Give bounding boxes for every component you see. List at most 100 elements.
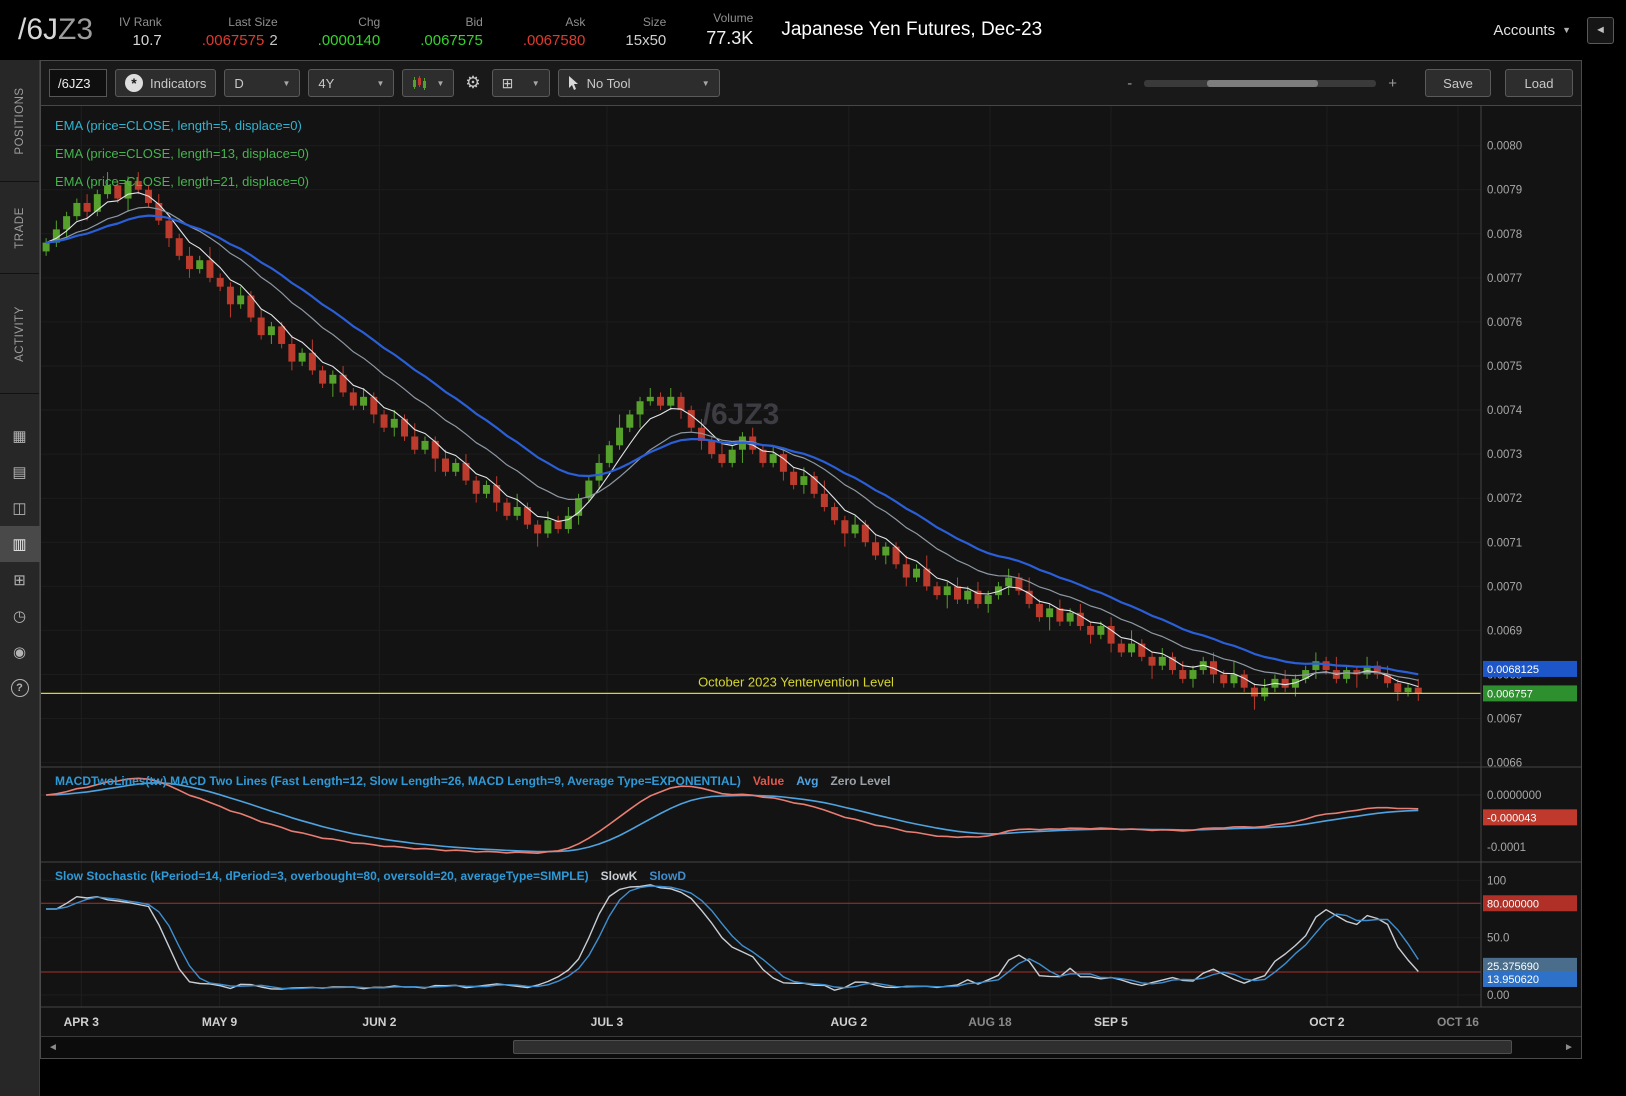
left-sidebar: POSITIONS TRADE ACTIVITY ▦ ▤ ◫ ▥ ⊞ ◷ ◉ ? (0, 60, 40, 1096)
ema-21-label[interactable]: EMA (price=CLOSE, length=21, displace=0) (55, 168, 309, 196)
load-button[interactable]: Load (1505, 69, 1573, 97)
svg-text:-0.000043: -0.000043 (1487, 812, 1537, 824)
zoom-slider[interactable] (1144, 79, 1377, 87)
trading-app: /6JZ3 IV Rank 10.7 Last Size .0067575 2 C… (0, 0, 1626, 1096)
size-field: Size 15x50 (625, 15, 666, 49)
bid-field: Bid .0067575 (420, 15, 483, 49)
chart-workspace: /6JZ3 * Indicators D ▼ 4Y ▼ ▼ ⚙ ⊞ ▼ No T… (40, 60, 1626, 1096)
svg-text:/6JZ3: /6JZ3 (703, 398, 780, 431)
ema-13-label[interactable]: EMA (price=CLOSE, length=13, displace=0) (55, 140, 309, 168)
svg-text:JUL 3: JUL 3 (591, 1015, 624, 1029)
people-icon[interactable]: ◉ (0, 634, 40, 670)
svg-text:AUG 2: AUG 2 (830, 1015, 867, 1029)
chg-field: Chg .0000140 (318, 15, 381, 49)
bid-label: Bid (465, 15, 483, 29)
list-icon[interactable]: ▤ (0, 454, 40, 490)
gear-icon[interactable]: ⚙ (462, 73, 483, 93)
svg-text:0.0068125: 0.0068125 (1487, 664, 1539, 676)
svg-text:OCT 2: OCT 2 (1309, 1015, 1345, 1029)
save-button[interactable]: Save (1425, 69, 1491, 97)
calendar-icon[interactable]: ▦ (0, 418, 40, 454)
symbol-root: /6J (18, 13, 59, 46)
accounts-label: Accounts (1493, 21, 1556, 39)
accounts-dropdown[interactable]: Accounts ▼ (1493, 22, 1571, 39)
svg-text:APR 3: APR 3 (64, 1015, 100, 1029)
svg-text:0.006757: 0.006757 (1487, 688, 1533, 700)
ask-label: Ask (565, 15, 586, 29)
svg-text:13.950620: 13.950620 (1487, 974, 1539, 986)
svg-text:0.0000000: 0.0000000 (1487, 790, 1541, 802)
last-size-value: .0067575 2 (201, 32, 278, 49)
ruler-icon[interactable]: ◫ (0, 490, 40, 526)
svg-text:MAY 9: MAY 9 (202, 1015, 238, 1029)
svg-text:0.0077: 0.0077 (1487, 273, 1522, 285)
chevron-down-icon: ▼ (282, 78, 291, 88)
grid-icon[interactable]: ⊞ (0, 562, 40, 598)
scrollbar-track[interactable] (65, 1037, 1557, 1058)
svg-text:SEP 5: SEP 5 (1094, 1015, 1128, 1029)
range-dropdown[interactable]: 4Y ▼ (308, 69, 395, 97)
ask-value: .0067580 (522, 32, 586, 49)
instrument-title: Japanese Yen Futures, Dec-23 (781, 19, 1043, 40)
collapse-panel-button[interactable]: ◄ (1587, 16, 1614, 44)
grid-layout-icon: ⊞ (501, 74, 514, 91)
stoch-slowd-token: SlowD (649, 869, 686, 883)
scroll-right-button[interactable]: ► (1557, 1037, 1581, 1058)
chevron-down-icon: ▼ (376, 78, 385, 88)
scroll-left-button[interactable]: ◄ (41, 1037, 65, 1058)
chart-toolbar: /6JZ3 * Indicators D ▼ 4Y ▼ ▼ ⚙ ⊞ ▼ No T… (41, 61, 1581, 106)
chart-icon[interactable]: ▥ (0, 526, 40, 562)
ema-5-label[interactable]: EMA (price=CLOSE, length=5, displace=0) (55, 112, 309, 140)
main-chart[interactable]: 0.0080 0.0079 0.0078 0.0077 0.0076 0.0075 0.00… (41, 106, 1581, 1036)
chg-value: .0000140 (317, 32, 381, 49)
size-label: Size (642, 15, 667, 29)
clock-icon[interactable]: ◷ (0, 598, 40, 634)
chg-label: Chg (358, 15, 381, 29)
chart-body: 0.0080 0.0079 0.0078 0.0077 0.0076 0.0075 0.00… (41, 106, 1581, 1036)
sidebar-tab-trade[interactable]: TRADE (0, 182, 39, 274)
chart-type-dropdown[interactable]: ▼ (402, 69, 455, 97)
zoom-control: - + (1127, 75, 1397, 92)
drawing-tool-dropdown[interactable]: No Tool ▼ (557, 69, 720, 97)
svg-text:October 2023 Yentervention Lev: October 2023 Yentervention Level (698, 674, 894, 689)
cursor-icon (568, 76, 578, 90)
scrollbar-thumb[interactable] (512, 1040, 1513, 1054)
svg-text:100: 100 (1487, 875, 1506, 887)
svg-text:0.0074: 0.0074 (1487, 405, 1523, 417)
macd-avg-token: Avg (796, 774, 819, 788)
bid-value: .0067575 (420, 32, 483, 49)
svg-text:0.0071: 0.0071 (1487, 537, 1522, 549)
svg-text:0.0066: 0.0066 (1487, 758, 1522, 770)
indicators-button[interactable]: * Indicators (115, 69, 217, 97)
stochastic-study-label[interactable]: Slow Stochastic (kPeriod=14, dPeriod=3, … (55, 869, 686, 883)
svg-text:0.0076: 0.0076 (1487, 317, 1522, 329)
stoch-name: Slow Stochastic (kPeriod=14, dPeriod=3, … (55, 869, 589, 883)
svg-text:0.0072: 0.0072 (1487, 493, 1522, 505)
svg-text:-0.0001: -0.0001 (1487, 842, 1526, 854)
zoom-out-button[interactable]: - (1127, 75, 1132, 92)
layout-grid-dropdown[interactable]: ⊞ ▼ (491, 69, 550, 97)
sidebar-tab-activity[interactable]: ACTIVITY (0, 274, 39, 394)
svg-text:AUG 18: AUG 18 (968, 1015, 1012, 1029)
chevron-down-icon: ▼ (531, 78, 540, 88)
last-size-label: Last Size (228, 15, 278, 29)
volume-field: Volume 77.3K (706, 11, 753, 49)
svg-text:0.00: 0.00 (1487, 990, 1509, 1002)
symbol-input[interactable]: /6JZ3 (49, 69, 107, 97)
size-value: 15x50 (625, 32, 667, 49)
macd-study-label[interactable]: MACDTwoLines(tw) MACD Two Lines (Fast Le… (55, 774, 890, 788)
zoom-in-button[interactable]: + (1388, 75, 1397, 92)
svg-text:0.0079: 0.0079 (1487, 185, 1522, 197)
sidebar-tab-positions[interactable]: POSITIONS (0, 60, 39, 182)
help-icon[interactable]: ? (0, 670, 40, 706)
aggregation-dropdown[interactable]: D ▼ (224, 69, 301, 97)
svg-text:0.0070: 0.0070 (1487, 581, 1522, 593)
zoom-slider-thumb[interactable] (1206, 79, 1319, 87)
iv-rank-label: IV Rank (119, 15, 162, 29)
header-right: Accounts ▼ ◄ (1493, 16, 1614, 44)
iv-rank-field: IV Rank 10.7 (119, 15, 162, 49)
svg-text:80.000000: 80.000000 (1487, 898, 1539, 910)
svg-text:0.0078: 0.0078 (1487, 229, 1522, 241)
ask-field: Ask .0067580 (523, 15, 586, 49)
volume-value: 77.3K (706, 28, 754, 48)
